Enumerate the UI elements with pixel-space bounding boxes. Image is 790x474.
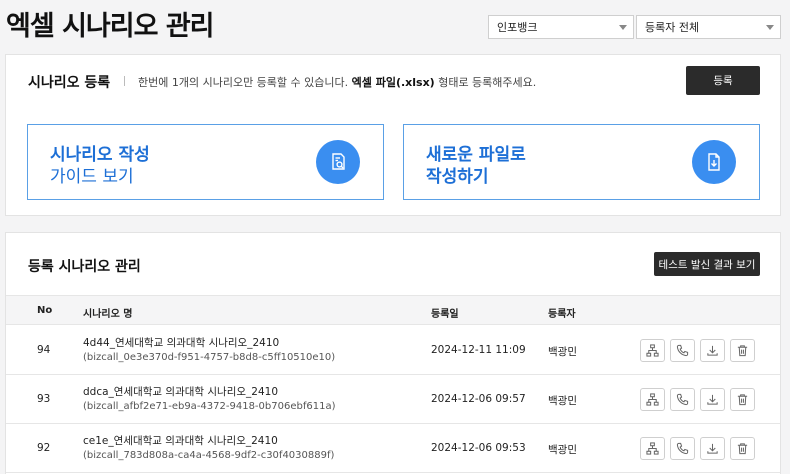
col-date: 등록일	[431, 309, 459, 320]
flow-chart-icon[interactable]	[640, 388, 665, 411]
bank-select[interactable]: 인포뱅크	[488, 15, 634, 39]
row-name: 4d44_연세대학교 의과대학 시나리오_2410	[83, 337, 280, 349]
row-owner: 백광민	[548, 346, 577, 358]
scenario-manage-panel: 등록 시나리오 관리 테스트 발신 결과 보기 No 시나리오 명 등록일 등록…	[5, 232, 781, 474]
new-file-card[interactable]: 새로운 파일로 작성하기	[403, 124, 760, 200]
desc-bold: 엑셀 파일(.xlsx)	[351, 76, 435, 89]
table-row: 93 ddca_연세대학교 의과대학 시나리오_2410 (bizcall_af…	[6, 375, 780, 424]
row-no: 92	[37, 442, 51, 454]
row-actions	[640, 388, 755, 411]
table-header: No 시나리오 명 등록일 등록자	[6, 295, 780, 325]
scenario-register-panel: 시나리오 등록 한번에 1개의 시나리오만 등록할 수 있습니다. 엑셀 파일(…	[5, 54, 781, 216]
row-actions	[640, 339, 755, 362]
row-no: 94	[37, 344, 51, 356]
document-search-icon	[316, 140, 360, 184]
chevron-down-icon	[619, 25, 627, 30]
row-name: ddca_연세대학교 의과대학 시나리오_2410	[83, 386, 279, 398]
row-name: ce1e_연세대학교 의과대학 시나리오_2410	[83, 435, 278, 447]
trash-icon[interactable]	[730, 339, 755, 362]
guide-card[interactable]: 시나리오 작성 가이드 보기	[27, 124, 384, 200]
file-download-icon	[692, 140, 736, 184]
test-result-button[interactable]: 테스트 발신 결과 보기	[654, 252, 760, 276]
row-date: 2024-12-06 09:53	[431, 442, 526, 454]
guide-card-line2: 가이드 보기	[50, 167, 134, 187]
table-row: 92 ce1e_연세대학교 의과대학 시나리오_2410 (bizcall_78…	[6, 424, 780, 473]
register-description: 한번에 1개의 시나리오만 등록할 수 있습니다. 엑셀 파일(.xlsx) 형…	[138, 74, 536, 90]
col-no: No	[37, 305, 53, 316]
new-file-card-line2: 작성하기	[426, 167, 489, 187]
row-id: (bizcall_0e3e370d-f951-4757-b8d8-c5ff105…	[83, 352, 336, 363]
page-title: 엑셀 시나리오 관리	[6, 11, 215, 42]
row-date: 2024-12-06 09:57	[431, 393, 526, 405]
phone-icon[interactable]	[670, 437, 695, 460]
download-icon[interactable]	[700, 388, 725, 411]
chevron-down-icon	[766, 25, 774, 30]
row-actions	[640, 437, 755, 460]
row-owner: 백광민	[548, 444, 577, 456]
row-owner: 백광민	[548, 395, 577, 407]
manage-title: 등록 시나리오 관리	[28, 259, 141, 275]
trash-icon[interactable]	[730, 388, 755, 411]
download-icon[interactable]	[700, 339, 725, 362]
bank-select-value: 인포뱅크	[497, 21, 538, 34]
col-owner: 등록자	[548, 309, 576, 320]
desc-text-after: 형태로 등록해주세요.	[438, 76, 537, 89]
phone-icon[interactable]	[670, 388, 695, 411]
col-name: 시나리오 명	[83, 309, 133, 320]
row-id: (bizcall_783d808a-ca4a-4568-9df2-c30f403…	[83, 450, 335, 461]
owner-select[interactable]: 등록자 전체	[636, 15, 781, 39]
divider	[124, 76, 125, 86]
trash-icon[interactable]	[730, 437, 755, 460]
flow-chart-icon[interactable]	[640, 437, 665, 460]
owner-select-value: 등록자 전체	[645, 21, 700, 34]
register-button[interactable]: 등록	[686, 66, 760, 95]
row-date: 2024-12-11 11:09	[431, 344, 526, 356]
row-id: (bizcall_afbf2e71-eb9a-4372-9418-0b706eb…	[83, 401, 336, 412]
desc-text: 한번에 1개의 시나리오만 등록할 수 있습니다.	[138, 76, 349, 89]
flow-chart-icon[interactable]	[640, 339, 665, 362]
register-title: 시나리오 등록	[28, 75, 111, 91]
download-icon[interactable]	[700, 437, 725, 460]
table-row: 94 4d44_연세대학교 의과대학 시나리오_2410 (bizcall_0e…	[6, 326, 780, 375]
row-no: 93	[37, 393, 51, 405]
phone-icon[interactable]	[670, 339, 695, 362]
